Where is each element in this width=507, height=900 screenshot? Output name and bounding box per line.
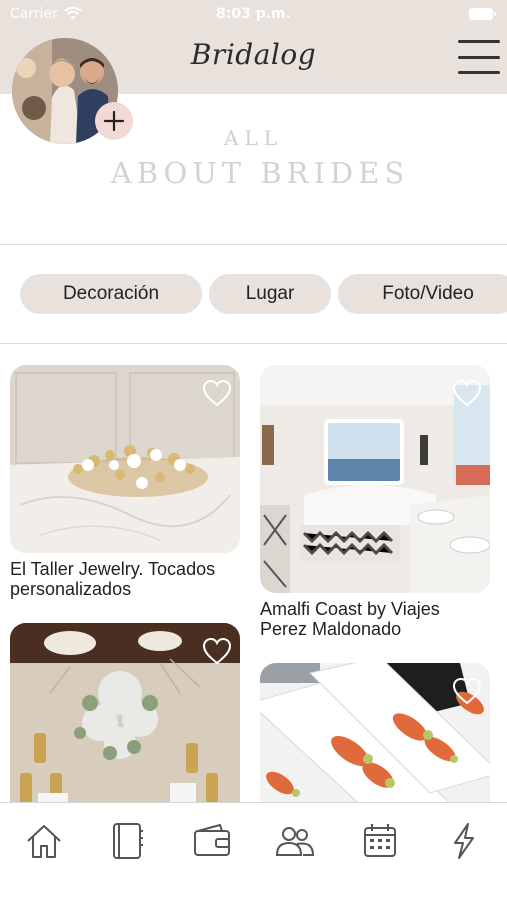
- divider: [0, 244, 507, 245]
- notebook-icon[interactable]: [107, 821, 147, 861]
- hero-banner: ALL ABOUT BRIDES: [0, 94, 507, 244]
- category-chips: Decoración Lugar Foto/Video: [0, 274, 507, 316]
- vendor-card[interactable]: El Taller Jewelry. Tocados personalizado…: [10, 365, 240, 599]
- menu-line: [458, 55, 500, 59]
- wallet-icon[interactable]: [192, 821, 232, 861]
- divider: [0, 343, 507, 344]
- card-photo[interactable]: [10, 623, 240, 823]
- menu-button[interactable]: [458, 40, 500, 74]
- menu-line: [458, 40, 500, 43]
- hero-line-2: ABOUT BRIDES: [110, 156, 410, 190]
- heart-icon[interactable]: [202, 637, 232, 665]
- battery-icon: [469, 8, 496, 20]
- chip-decoracion[interactable]: Decoración: [20, 274, 202, 314]
- hero-line-1: ALL: [223, 126, 283, 150]
- home-icon[interactable]: [24, 821, 64, 861]
- card-photo[interactable]: [260, 663, 490, 823]
- card-title: Amalfi Coast by Viajes Perez Maldonado: [260, 599, 440, 639]
- vendor-card[interactable]: [10, 623, 240, 823]
- menu-line: [458, 71, 500, 74]
- lightning-icon[interactable]: [444, 821, 484, 861]
- card-photo[interactable]: [260, 365, 490, 593]
- heart-icon[interactable]: [452, 677, 482, 705]
- heart-icon[interactable]: [202, 379, 232, 407]
- calendar-icon[interactable]: [360, 821, 400, 861]
- chip-foto-video[interactable]: Foto/Video: [338, 274, 507, 314]
- card-title: El Taller Jewelry. Tocados personalizado…: [10, 559, 216, 599]
- people-icon[interactable]: [275, 821, 315, 861]
- card-photo[interactable]: [10, 365, 240, 553]
- status-time: 8:03 p.m.: [216, 6, 291, 22]
- tab-bar: [0, 802, 507, 900]
- heart-icon[interactable]: [452, 379, 482, 407]
- vendor-card[interactable]: Amalfi Coast by Viajes Perez Maldonado: [260, 365, 490, 639]
- vendor-card[interactable]: [260, 663, 490, 823]
- status-bar: Carrier 8:03 p.m.: [0, 0, 507, 28]
- chip-lugar[interactable]: Lugar: [209, 274, 331, 314]
